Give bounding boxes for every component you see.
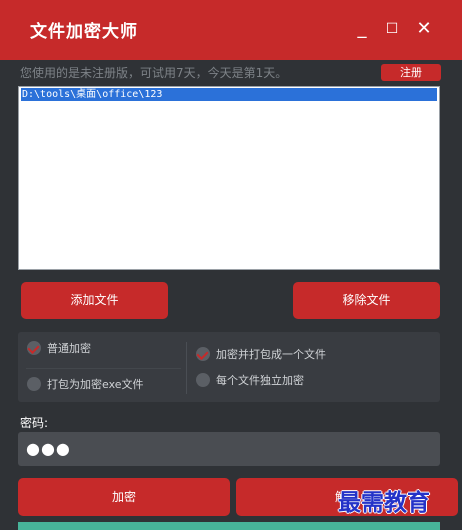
close-icon[interactable]: ✕ [414,18,434,40]
options-divider-horizontal [26,368,181,369]
maximize-icon[interactable]: ☐ [382,18,402,40]
radio-checked-icon[interactable] [27,341,41,355]
options-panel: 普通加密 打包为加密exe文件 加密并打包成一个文件 每个文件独立加密 [18,332,440,402]
option-label: 加密并打包成一个文件 [216,348,326,361]
remove-file-button[interactable]: 移除文件 [293,282,440,319]
register-button[interactable]: 注册 [381,64,441,81]
radio-checked-icon[interactable] [196,347,210,361]
option-label: 普通加密 [47,342,91,355]
watermark: 最需教育 [338,489,430,516]
file-list-item[interactable]: D:\tools\桌面\office\123 [21,88,437,101]
option-label: 打包为加密exe文件 [47,378,144,391]
file-list[interactable]: D:\tools\桌面\office\123 [18,86,440,270]
password-input[interactable]: ●●● [18,432,440,466]
title-bar[interactable]: 文件加密大师 _ ☐ ✕ [0,0,462,60]
app-title: 文件加密大师 [30,22,138,42]
add-file-button[interactable]: 添加文件 [21,282,168,319]
option-normal-encrypt[interactable]: 普通加密 [27,340,91,356]
option-pack-exe[interactable]: 打包为加密exe文件 [27,376,144,392]
encrypt-button[interactable]: 加密 [18,478,230,516]
trial-notice: 您使用的是未注册版，可试用7天，今天是第1天。 [20,66,288,80]
option-label: 每个文件独立加密 [216,374,304,387]
password-label: 密码: [20,416,49,430]
option-pack-one-file[interactable]: 加密并打包成一个文件 [196,346,326,362]
progress-bar [18,522,440,530]
minimize-icon[interactable]: _ [352,18,372,40]
option-each-file[interactable]: 每个文件独立加密 [196,372,304,388]
app-window: 文件加密大师 _ ☐ ✕ 您使用的是未注册版，可试用7天，今天是第1天。 注册 … [0,0,462,530]
radio-unchecked-icon[interactable] [27,377,41,391]
radio-unchecked-icon[interactable] [196,373,210,387]
options-divider [186,342,187,394]
